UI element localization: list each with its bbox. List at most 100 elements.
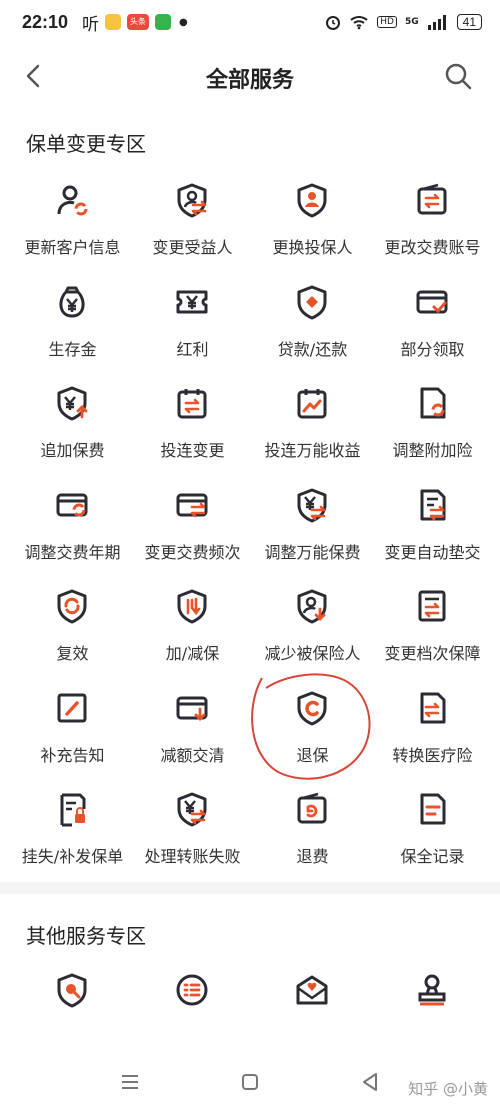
service-label: 转换医疗险: [392, 745, 473, 765]
service-item[interactable]: 红利: [130, 284, 255, 386]
section-title-policy-change: 保单变更专区: [26, 132, 146, 156]
shield-user-swap-icon: [177, 183, 207, 218]
document-refresh-icon: [420, 387, 446, 419]
service-item[interactable]: 变更受益人: [130, 182, 255, 284]
service-item[interactable]: 追加保费: [10, 385, 135, 487]
service-item[interactable]: 复效: [10, 588, 135, 690]
service-item[interactable]: 部分领取: [370, 284, 495, 386]
search-icon[interactable]: [442, 60, 474, 92]
service-item[interactable]: 补充告知: [10, 690, 135, 792]
document-swap-icon: [420, 489, 446, 520]
service-item[interactable]: [370, 972, 495, 1074]
shield-person-icon: [297, 183, 327, 218]
service-item[interactable]: 贷款/还款: [250, 284, 375, 386]
network-label: 5G: [404, 17, 419, 27]
service-item[interactable]: [10, 972, 135, 1074]
wallet-return-icon: [297, 792, 327, 824]
card-check-icon: [416, 290, 448, 313]
battery-indicator: 41: [456, 14, 482, 30]
service-item[interactable]: 减额交清: [130, 690, 255, 792]
shield-lock-icon: [60, 793, 86, 827]
service-item[interactable]: 变更档次保障: [370, 588, 495, 690]
service-label: 变更受益人: [152, 238, 233, 257]
shield-user-down-icon: [297, 589, 327, 624]
service-label: 退费: [296, 847, 329, 866]
service-item[interactable]: 转换医疗险: [370, 690, 495, 792]
section-divider: [0, 882, 500, 894]
shield-updown-icon: [177, 589, 207, 624]
signal-icon: [427, 15, 446, 30]
service-label: 投连万能收益: [264, 441, 361, 460]
service-item[interactable]: 退费: [250, 791, 375, 893]
service-item[interactable]: 变更交费频次: [130, 487, 255, 589]
list-circle-icon: [176, 974, 208, 1006]
service-label: 贷款/还款: [277, 339, 348, 359]
status-carrier: 听: [82, 14, 100, 35]
service-item[interactable]: 处理转账失败: [130, 791, 255, 893]
service-label: 变更档次保障: [384, 644, 481, 663]
service-label: 生存金: [48, 339, 97, 359]
menu-icon[interactable]: [118, 1070, 142, 1094]
yen-ticket-icon: [176, 290, 208, 313]
toutiao-app-icon: 头条: [127, 14, 150, 30]
alarm-icon: [326, 16, 341, 30]
header: 全部服务: [0, 50, 500, 102]
mail-heart-icon: [296, 975, 328, 1005]
hd-badge: HD: [377, 16, 397, 28]
service-label: 变更自动垫交: [384, 542, 481, 562]
service-label: 投连变更: [160, 441, 225, 460]
wifi-icon: [350, 16, 368, 30]
shield-yen-up-icon: [57, 386, 88, 421]
service-item[interactable]: [130, 972, 255, 1074]
document-exchange-icon: [420, 692, 446, 723]
watermark: 知乎 @小黄: [408, 1080, 488, 1098]
back-triangle-icon[interactable]: [358, 1070, 382, 1094]
service-label: 挂失/补发保单: [21, 847, 124, 866]
service-item[interactable]: 调整附加险: [370, 385, 495, 487]
card-refresh-icon: [56, 493, 88, 516]
shield-yen-exchange-icon: [177, 792, 207, 827]
service-item[interactable]: 加/减保: [130, 588, 255, 690]
notification-dot-icon: ●: [179, 16, 188, 28]
service-item[interactable]: 投连变更: [130, 385, 255, 487]
service-item[interactable]: 保全记录: [370, 791, 495, 893]
service-label: 追加保费: [40, 441, 105, 460]
section-title-other-services: 其他服务专区: [26, 924, 146, 948]
shield-search-icon: [57, 973, 87, 1008]
service-item[interactable]: 生存金: [10, 284, 135, 386]
service-item[interactable]: 减少被保险人: [250, 588, 375, 690]
card-swap-icon: [176, 493, 208, 517]
service-label: 调整附加险: [392, 441, 473, 460]
shield-c-icon: [297, 691, 327, 725]
status-bar: 22:10 听 头条 ● HD 5G 41: [0, 0, 500, 44]
service-label: 补充告知: [40, 745, 105, 765]
service-item[interactable]: 更新客户信息: [10, 182, 135, 284]
wallet-swap-icon: [417, 183, 447, 215]
service-item[interactable]: 挂失/补发保单: [10, 791, 135, 893]
service-item[interactable]: 退保: [250, 690, 375, 792]
service-label: 变更交费频次: [144, 542, 241, 562]
service-item[interactable]: 更改交费账号: [370, 182, 495, 284]
shield-refresh-icon: [57, 589, 87, 624]
home-icon[interactable]: [238, 1070, 262, 1094]
service-item[interactable]: 调整交费年期: [10, 487, 135, 589]
status-time: 22:10: [22, 11, 69, 32]
user-refresh-icon: [57, 185, 88, 216]
service-label: 保全记录: [400, 847, 465, 866]
service-label: 更改交费账号: [384, 238, 481, 257]
status-right: HD 5G 41: [325, 14, 482, 30]
notes-app-icon: [105, 14, 122, 30]
service-label: 复效: [56, 644, 89, 663]
service-item[interactable]: [250, 972, 375, 1074]
edit-box-icon: [57, 693, 87, 722]
service-label: 调整交费年期: [24, 542, 121, 562]
service-label: 退保: [296, 745, 329, 765]
service-item[interactable]: 调整万能保费: [250, 487, 375, 589]
service-item[interactable]: 变更自动垫交: [370, 487, 495, 589]
page-title: 全部服务: [205, 68, 294, 93]
wechat-app-icon: [155, 14, 172, 30]
service-item[interactable]: 投连万能收益: [250, 385, 375, 487]
document-arrows-icon: [418, 590, 446, 622]
calendar-swap-icon: [177, 389, 207, 419]
service-item[interactable]: 更换投保人: [250, 182, 375, 284]
